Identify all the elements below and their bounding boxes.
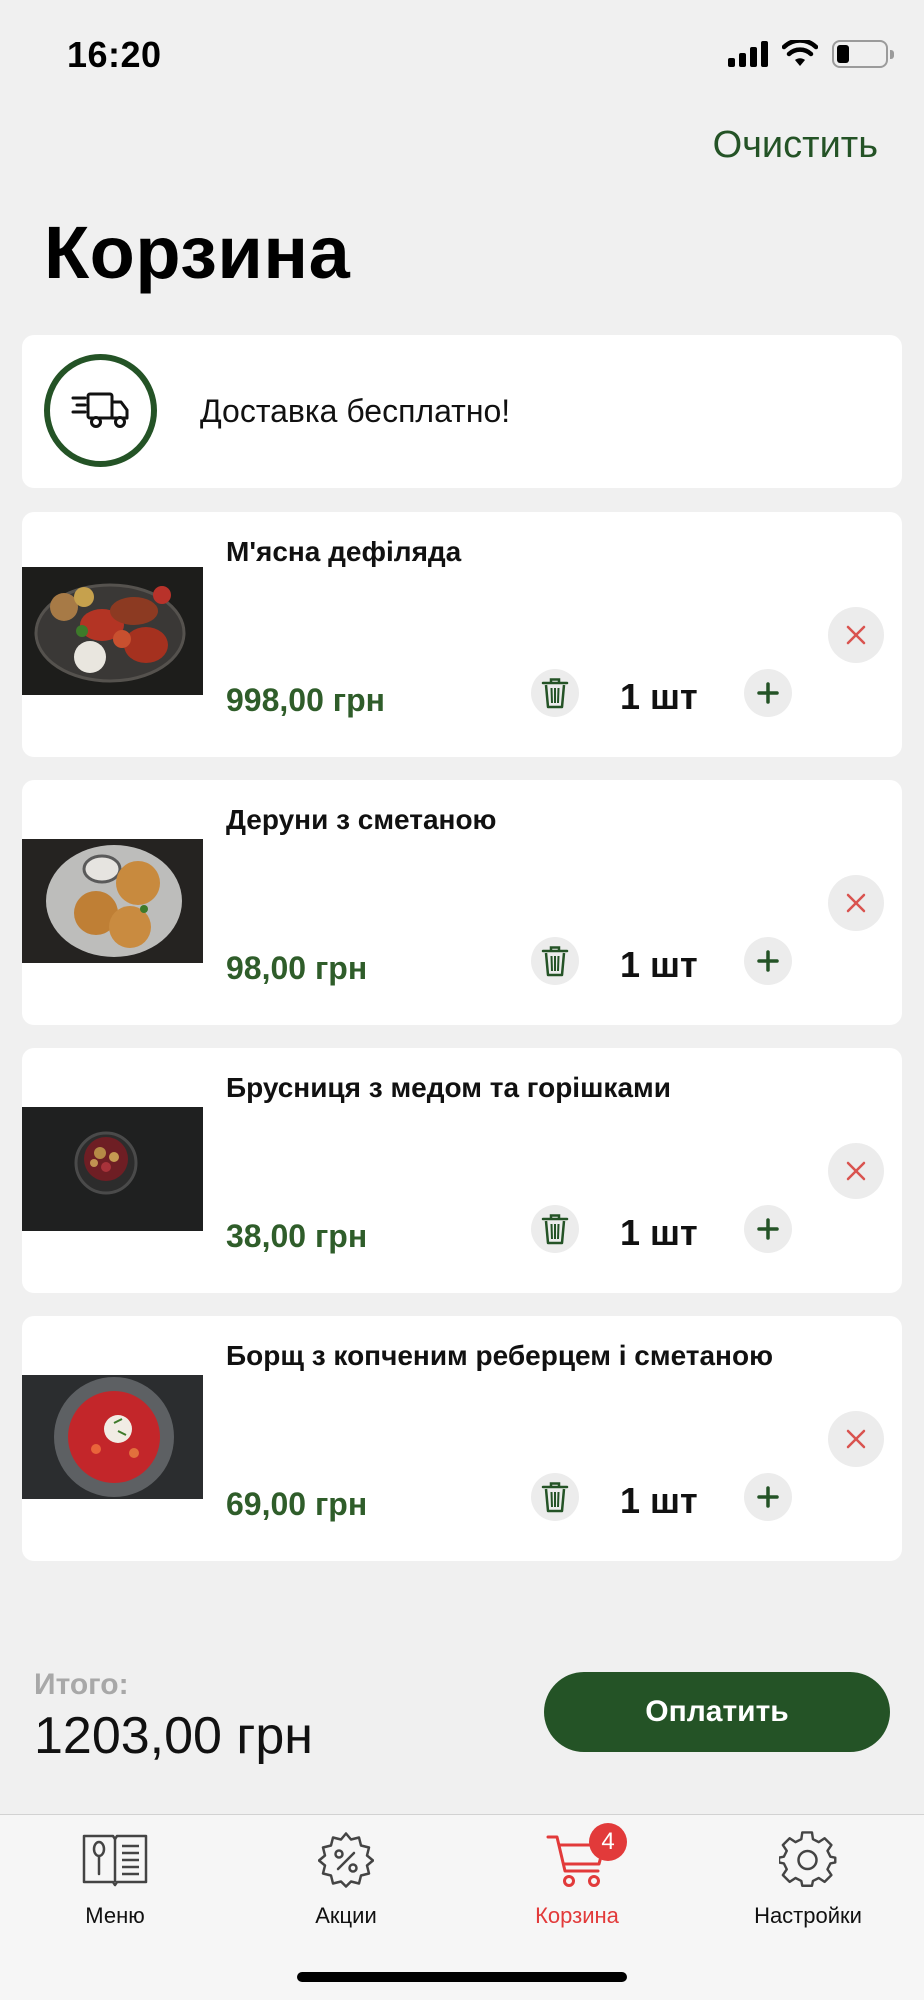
- total-value: 1203,00 грн: [34, 1707, 314, 1765]
- item-name: Борщ з копченим реберцем і сметаною: [226, 1340, 773, 1371]
- item-price: 38,00 грн: [226, 1218, 368, 1254]
- status-bar: 16:20: [0, 0, 924, 110]
- remove-item-button[interactable]: [828, 1143, 884, 1199]
- food-image-lingonberry: [22, 1107, 203, 1231]
- item-quantity: 1 шт: [620, 944, 698, 985]
- pay-button[interactable]: Оплатить: [544, 1672, 890, 1752]
- decrease-quantity-button[interactable]: [531, 937, 579, 985]
- item-name: Брусниця з медом та горішками: [226, 1072, 671, 1103]
- tab-promotions[interactable]: Акции: [246, 1829, 446, 1929]
- tab-promotions-label: Акции: [315, 1903, 377, 1928]
- battery-icon: [832, 40, 894, 68]
- item-quantity: 1 шт: [620, 676, 698, 717]
- food-image-deruny: [22, 839, 203, 963]
- trash-icon: [541, 678, 569, 709]
- tab-settings-label: Настройки: [754, 1903, 862, 1928]
- trash-icon: [541, 1482, 569, 1513]
- close-icon: [846, 625, 866, 645]
- close-icon: [846, 1161, 866, 1181]
- status-icons: [728, 40, 894, 68]
- page-title: Корзина: [44, 211, 351, 294]
- delivery-banner: Доставка бесплатно!: [22, 335, 902, 488]
- remove-item-button[interactable]: [828, 1411, 884, 1467]
- close-icon: [846, 1429, 866, 1449]
- tab-cart-label: Корзина: [535, 1903, 619, 1928]
- plus-icon: [757, 682, 779, 704]
- cart-item: Брусниця з медом та горішками 38,00 грн …: [22, 1048, 902, 1293]
- discount-gear-icon: [246, 1829, 446, 1891]
- tab-cart[interactable]: 4 Корзина: [477, 1823, 677, 1929]
- tab-settings[interactable]: Настройки: [708, 1829, 908, 1929]
- cart-item: Деруни з сметаною 98,00 грн 1 шт: [22, 780, 902, 1025]
- remove-item-button[interactable]: [828, 607, 884, 663]
- wifi-icon: [782, 40, 818, 66]
- plus-icon: [757, 1486, 779, 1508]
- food-image-meat-platter: [22, 567, 203, 695]
- cart-count-badge: 4: [589, 1823, 627, 1861]
- status-time: 16:20: [67, 34, 162, 75]
- item-price: 98,00 грн: [226, 950, 368, 986]
- increase-quantity-button[interactable]: [744, 669, 792, 717]
- close-icon: [846, 893, 866, 913]
- cart-icon: 4: [477, 1823, 677, 1891]
- cart-item: Борщ з копченим реберцем і сметаною 69,0…: [22, 1316, 902, 1561]
- item-quantity: 1 шт: [620, 1212, 698, 1253]
- increase-quantity-button[interactable]: [744, 1205, 792, 1253]
- item-quantity: 1 шт: [620, 1480, 698, 1521]
- decrease-quantity-button[interactable]: [531, 1205, 579, 1253]
- plus-icon: [757, 1218, 779, 1240]
- item-name: Деруни з сметаною: [226, 804, 497, 835]
- total-label: Итого:: [34, 1668, 129, 1701]
- menu-book-icon: [15, 1829, 215, 1891]
- plus-icon: [757, 950, 779, 972]
- item-name: М'ясна дефіляда: [226, 536, 462, 567]
- cellular-signal-icon: [728, 41, 768, 67]
- food-image-borscht: [22, 1375, 203, 1499]
- decrease-quantity-button[interactable]: [531, 669, 579, 717]
- increase-quantity-button[interactable]: [744, 1473, 792, 1521]
- tab-menu-label: Меню: [85, 1903, 145, 1928]
- home-indicator: [297, 1972, 627, 1982]
- increase-quantity-button[interactable]: [744, 937, 792, 985]
- tab-menu[interactable]: Меню: [15, 1829, 215, 1929]
- cart-item: М'ясна дефіляда 998,00 грн 1 шт: [22, 512, 902, 757]
- settings-gear-icon: [708, 1829, 908, 1891]
- delivery-truck-icon: [44, 354, 157, 467]
- trash-icon: [541, 1214, 569, 1245]
- decrease-quantity-button[interactable]: [531, 1473, 579, 1521]
- trash-icon: [541, 946, 569, 977]
- delivery-text: Доставка бесплатно!: [200, 393, 511, 429]
- clear-cart-button[interactable]: Очистить: [713, 124, 878, 167]
- item-price: 998,00 грн: [226, 682, 385, 718]
- remove-item-button[interactable]: [828, 875, 884, 931]
- item-price: 69,00 грн: [226, 1486, 368, 1522]
